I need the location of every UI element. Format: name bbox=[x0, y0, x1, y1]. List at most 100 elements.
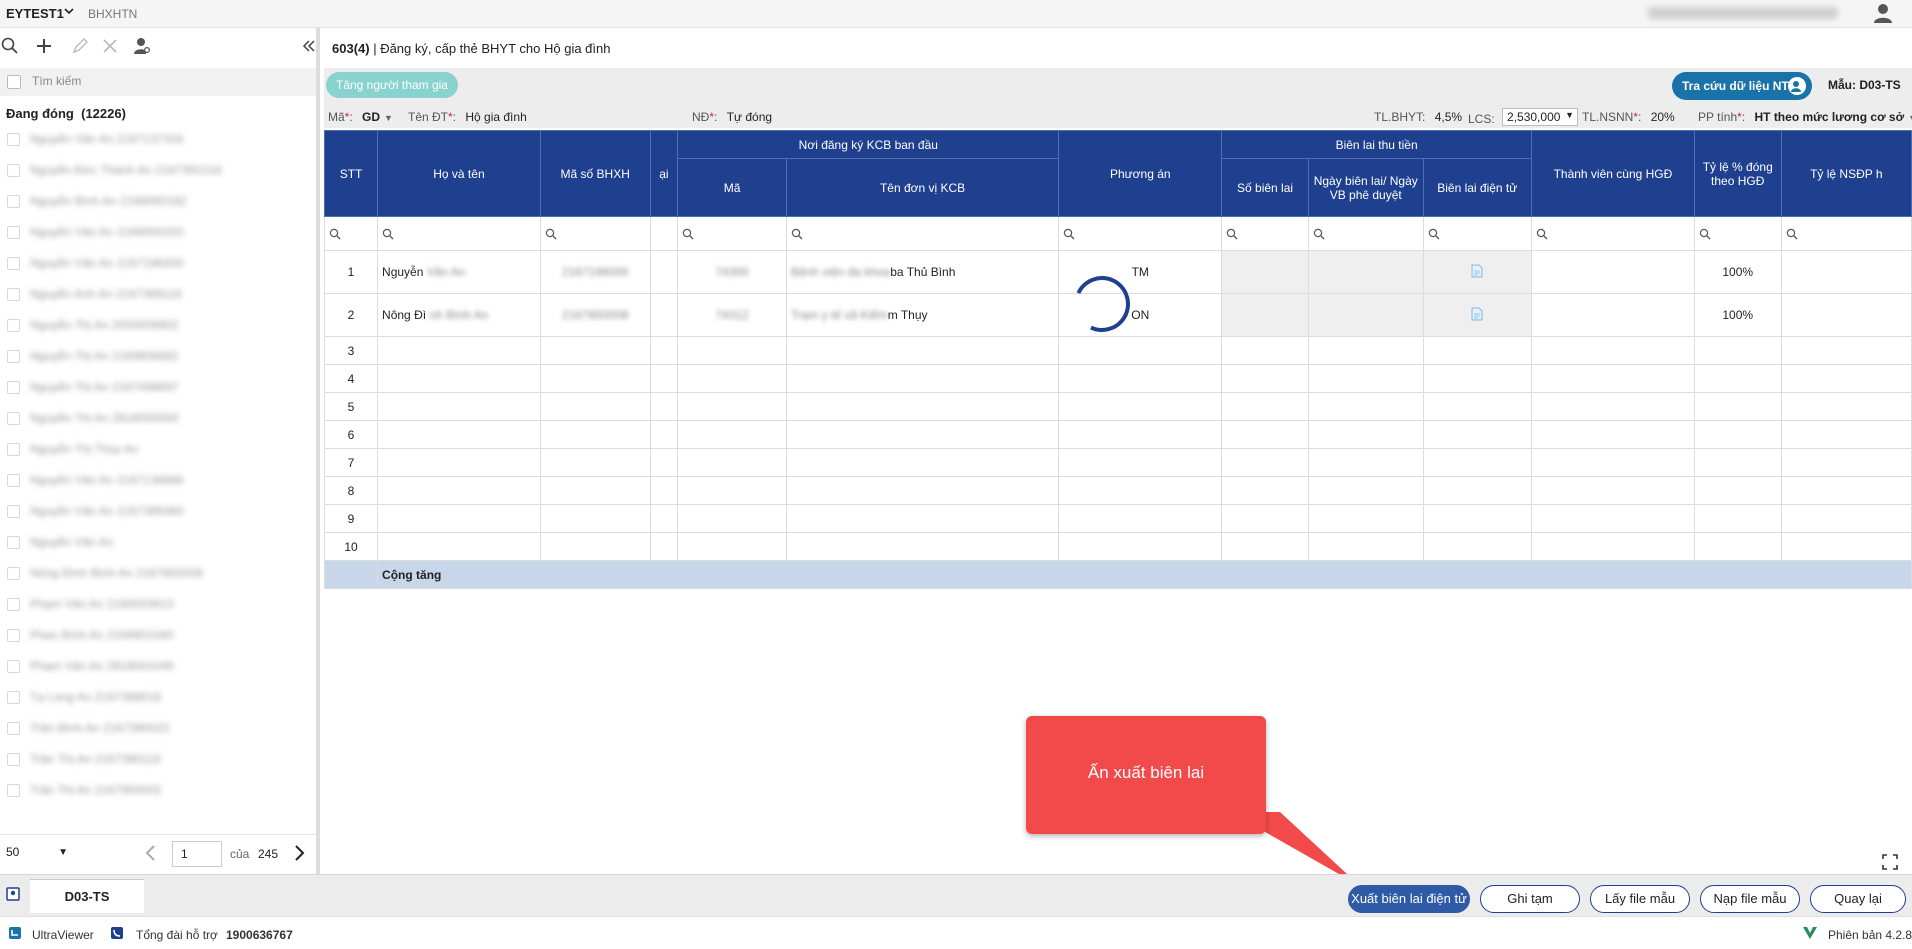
cell-kcb-ten[interactable]: Bệnh viện đa khoaba Thủ Bình bbox=[785, 250, 1060, 294]
table-row[interactable]: 6 bbox=[323, 420, 1912, 449]
lcs-select[interactable]: 2,530,000 ▼ bbox=[1502, 108, 1579, 126]
search-icon[interactable] bbox=[0, 36, 22, 58]
cell-kcb-ten[interactable]: Trạm y tế xã Kiểmm Thụy bbox=[785, 293, 1060, 337]
lcs-field[interactable]: LCS: 2,530,000 ▼ bbox=[1468, 108, 1579, 128]
filter-cell[interactable] bbox=[323, 216, 379, 251]
list-item-checkbox[interactable] bbox=[7, 195, 20, 208]
cell-thanhvien[interactable] bbox=[1531, 250, 1695, 294]
list-item[interactable]: Nguyễn Thị An 2818000093 bbox=[0, 403, 316, 434]
list-item-checkbox[interactable] bbox=[7, 164, 20, 177]
org-name[interactable]: EYTEST1 bbox=[6, 6, 64, 21]
list-item[interactable]: Nguyễn Thị An 2000009902 bbox=[0, 310, 316, 341]
collapse-sidebar-icon[interactable] bbox=[302, 36, 324, 58]
add-icon[interactable] bbox=[34, 36, 56, 58]
list-item[interactable]: Trần Thị An 2167950002 bbox=[0, 775, 316, 806]
filter-cell[interactable] bbox=[1058, 216, 1223, 251]
page-size-select[interactable]: 50 ▼ bbox=[6, 845, 68, 865]
get-template-button[interactable]: Lấy file mẫu bbox=[1590, 885, 1690, 913]
list-item-checkbox[interactable] bbox=[7, 443, 20, 456]
prev-page-icon[interactable] bbox=[142, 840, 160, 866]
filter-cell[interactable] bbox=[1221, 216, 1309, 251]
table-row[interactable]: 8 bbox=[323, 476, 1912, 505]
list-item-checkbox[interactable] bbox=[7, 691, 20, 704]
list-item-checkbox[interactable] bbox=[7, 257, 20, 270]
page-number-input[interactable]: 1 bbox=[172, 841, 222, 867]
filter-cell[interactable] bbox=[1693, 216, 1782, 251]
delete-icon[interactable] bbox=[100, 36, 122, 58]
list-item[interactable]: Nguyễn Văn An 2167136886 bbox=[0, 465, 316, 496]
cell-bienlaidt[interactable] bbox=[1422, 250, 1533, 294]
table-row[interactable]: 3 bbox=[323, 336, 1912, 365]
load-template-button[interactable]: Nạp file mẫu bbox=[1700, 885, 1800, 913]
list-item[interactable]: Nguyễn Thị An 2169906882 bbox=[0, 341, 316, 372]
export-receipt-button[interactable]: Xuất biên lai điện tử bbox=[1348, 885, 1470, 913]
table-row[interactable]: 4 bbox=[323, 364, 1912, 393]
cell-kcb-ma[interactable]: 74300 bbox=[677, 250, 787, 294]
user-icon[interactable] bbox=[1872, 2, 1894, 24]
back-button[interactable]: Quay lại bbox=[1810, 885, 1906, 913]
list-item-checkbox[interactable] bbox=[7, 412, 20, 425]
filter-cell[interactable] bbox=[1780, 216, 1912, 251]
filter-cell[interactable] bbox=[1307, 216, 1424, 251]
list-item-checkbox[interactable] bbox=[7, 319, 20, 332]
cell-kcb-ma[interactable]: 74312 bbox=[677, 293, 787, 337]
list-item[interactable]: Nguyễn Văn An bbox=[0, 527, 316, 558]
table-row[interactable]: 7 bbox=[323, 448, 1912, 477]
group-header[interactable]: Đang đóng (12226) bbox=[6, 106, 126, 121]
table-row[interactable]: 5 bbox=[323, 392, 1912, 421]
list-item[interactable]: Nguyễn Văn An 2167137316 bbox=[0, 124, 316, 155]
list-item[interactable]: Nguyễn Thị An 2167498897 bbox=[0, 372, 316, 403]
list-item-checkbox[interactable] bbox=[7, 629, 20, 642]
list-item-checkbox[interactable] bbox=[7, 660, 20, 673]
list-item[interactable]: Nguyễn Anh An 2167389116 bbox=[0, 279, 316, 310]
filter-cell[interactable] bbox=[539, 216, 651, 251]
list-item-checkbox[interactable] bbox=[7, 288, 20, 301]
filter-cell[interactable] bbox=[677, 216, 787, 251]
table-row[interactable]: 10 bbox=[323, 532, 1912, 561]
list-item[interactable]: Tạ Long An 2167388016 bbox=[0, 682, 316, 713]
list-item[interactable]: Nông Đình Bình An 2167850008 bbox=[0, 558, 316, 589]
list-item-checkbox[interactable] bbox=[7, 474, 20, 487]
list-item[interactable]: Nguyễn Bình An 2168060182 bbox=[0, 186, 316, 217]
search-input[interactable]: Tìm kiếm bbox=[32, 74, 81, 88]
add-participant-button[interactable]: Tăng người tham gia bbox=[326, 72, 458, 98]
filter-cell[interactable] bbox=[1422, 216, 1533, 251]
cell-hoten[interactable]: Nông Đì nh Bình An bbox=[377, 293, 541, 337]
list-item-checkbox[interactable] bbox=[7, 536, 20, 549]
list-item[interactable]: Nguyễn Văn An 2169000320 bbox=[0, 217, 316, 248]
filter-cell[interactable] bbox=[785, 216, 1060, 251]
list-item[interactable]: Phan Bình An 2169901040 bbox=[0, 620, 316, 651]
save-draft-button[interactable]: Ghi tạm bbox=[1480, 885, 1580, 913]
list-item[interactable]: Phạm Văn An 2160003913 bbox=[0, 589, 316, 620]
filter-cell[interactable] bbox=[1531, 216, 1695, 251]
list-item[interactable]: Nguyễn Văn An 2167196000 bbox=[0, 248, 316, 279]
list-item[interactable]: Nguyễn Thị Thùy An bbox=[0, 434, 316, 465]
filter-cell[interactable] bbox=[649, 216, 679, 251]
lookup-participant-button[interactable]: Tra cứu dữ liệu NTG bbox=[1672, 72, 1812, 100]
tab-d03-ts[interactable]: D03-TS bbox=[30, 879, 144, 913]
list-item-checkbox[interactable] bbox=[7, 350, 20, 363]
cell-bienlaidt[interactable] bbox=[1422, 293, 1533, 337]
ultraviewer-label[interactable]: UltraViewer bbox=[32, 928, 94, 942]
document-icon[interactable] bbox=[1471, 307, 1483, 321]
table-row[interactable]: 9 bbox=[323, 504, 1912, 533]
ma-field[interactable]: Mã*: GD ▼ bbox=[328, 110, 393, 124]
select-all-checkbox[interactable] bbox=[7, 75, 21, 89]
list-item[interactable]: Phạm Văn An 2818001049 bbox=[0, 651, 316, 682]
list-item-checkbox[interactable] bbox=[7, 381, 20, 394]
list-item-checkbox[interactable] bbox=[7, 753, 20, 766]
next-page-icon[interactable] bbox=[290, 840, 308, 866]
ultraviewer-icon[interactable] bbox=[8, 926, 22, 940]
list-item-checkbox[interactable] bbox=[7, 133, 20, 146]
cell-masobhxh[interactable]: 2167196000 bbox=[539, 250, 651, 294]
list-item-checkbox[interactable] bbox=[7, 567, 20, 580]
list-item-checkbox[interactable] bbox=[7, 226, 20, 239]
list-item[interactable]: Trần Thị An 2167380118 bbox=[0, 744, 316, 775]
list-item-checkbox[interactable] bbox=[7, 784, 20, 797]
list-item-checkbox[interactable] bbox=[7, 598, 20, 611]
cell-hoten[interactable]: Nguyễn Văn An bbox=[377, 250, 541, 294]
chevron-down-icon[interactable] bbox=[64, 6, 74, 19]
list-item[interactable]: Nguyễn Đức Thành An 2167391516 bbox=[0, 155, 316, 186]
list-item-checkbox[interactable] bbox=[7, 505, 20, 518]
fullscreen-icon[interactable] bbox=[1882, 854, 1898, 870]
